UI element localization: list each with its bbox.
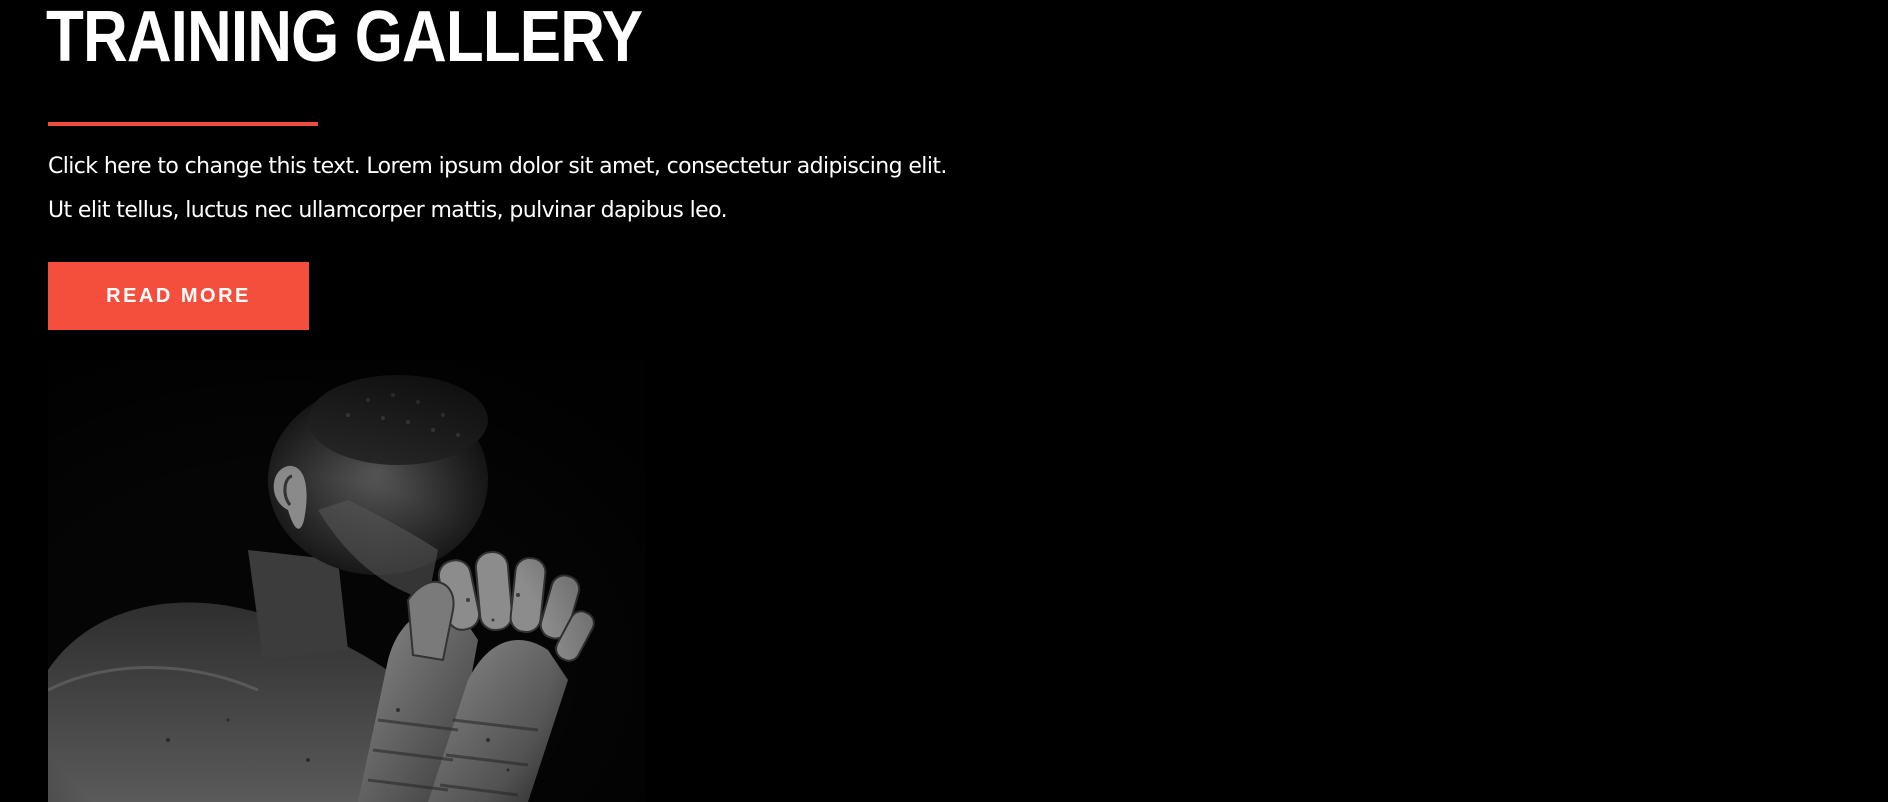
section-title: TRAINING GALLERY: [46, 0, 643, 77]
training-gallery-section: TRAINING GALLERY Click here to change th…: [0, 0, 1888, 802]
boxer-photo: [48, 360, 646, 802]
read-more-button[interactable]: READ MORE: [48, 262, 309, 330]
accent-divider: [48, 122, 318, 126]
section-description: Click here to change this text. Lorem ip…: [48, 154, 947, 223]
